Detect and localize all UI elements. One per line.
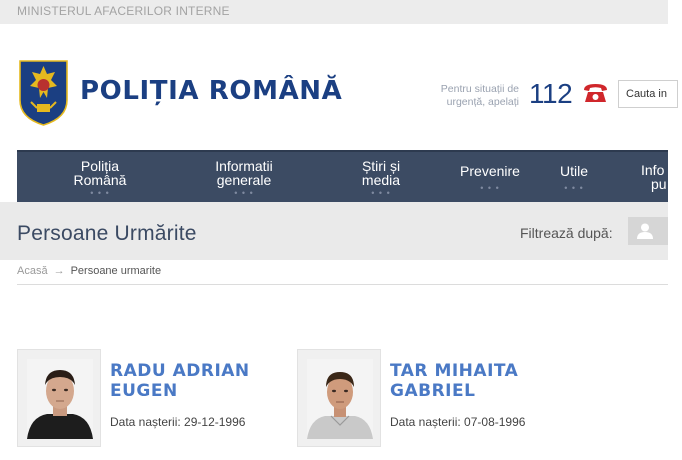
breadcrumb-current: Persoane urmarite bbox=[70, 265, 162, 277]
person-icon bbox=[637, 223, 653, 239]
person-name-line-1: TAR MIHAITA bbox=[390, 361, 519, 381]
filter-label: Filtrează după: bbox=[520, 225, 613, 241]
person-name[interactable]: RADU ADRIAN EUGEN bbox=[110, 361, 250, 401]
nav-dots: • • • bbox=[90, 187, 110, 198]
person-dob: Data nașterii: 29-12-1996 bbox=[110, 415, 245, 429]
breadcrumb-home[interactable]: Acasă bbox=[17, 265, 48, 277]
breadcrumb-divider bbox=[17, 284, 668, 285]
nav-label-line-2: pu bbox=[651, 176, 667, 192]
nav-item-informatii-generale[interactable]: Informatii generale • • • bbox=[204, 152, 284, 202]
telephone-icon bbox=[584, 84, 607, 102]
dob-label: Data nașterii: bbox=[390, 415, 461, 429]
person-name[interactable]: TAR MIHAITA GABRIEL bbox=[390, 361, 518, 401]
nav-label-line-1: Poliția bbox=[80, 157, 120, 174]
person-photo-image bbox=[27, 359, 93, 439]
dob-value: 29-12-1996 bbox=[184, 415, 246, 429]
nav-label-line-1: Știri și bbox=[361, 157, 401, 174]
ministry-strip: MINISTERUL AFACERILOR INTERNE bbox=[0, 0, 668, 24]
nav-item-prevenire[interactable]: Prevenire • • • bbox=[453, 152, 527, 202]
person-name-line-2: GABRIEL bbox=[390, 381, 476, 401]
nav-item-politia-romana[interactable]: Poliția Română • • • bbox=[61, 152, 139, 202]
nav-dots: • • • bbox=[480, 182, 500, 193]
person-photo[interactable] bbox=[17, 349, 101, 447]
main-nav: Poliția Română • • • Informatii generale… bbox=[17, 150, 668, 202]
nav-label-line-1: Utile bbox=[559, 162, 588, 179]
nav-label-line-1: Informatii bbox=[215, 157, 273, 174]
person-photo-image bbox=[307, 359, 373, 439]
emergency-line-2: urgență, apelați bbox=[446, 96, 519, 108]
page: MINISTERUL AFACERILOR INTERNE POLIȚIA RO… bbox=[0, 0, 682, 460]
search-input[interactable]: Cauta in bbox=[618, 80, 678, 108]
nav-dots: • • • bbox=[371, 187, 391, 198]
nav-label-line-1: Info bbox=[641, 162, 665, 178]
person-photo[interactable] bbox=[297, 349, 381, 447]
page-title: Persoane Urmărite bbox=[17, 222, 197, 245]
nav-label-line-2: media bbox=[361, 171, 401, 188]
person-dob: Data nașterii: 07-08-1996 bbox=[390, 415, 525, 429]
breadcrumb: Acasă → Persoane urmarite bbox=[17, 265, 161, 277]
dob-label: Data nașterii: bbox=[110, 415, 181, 429]
nav-dots: • • • bbox=[564, 182, 584, 193]
person-name-line-2: EUGEN bbox=[110, 381, 178, 401]
romanian-police-crest-icon[interactable] bbox=[17, 58, 70, 127]
search-placeholder: Cauta in bbox=[626, 88, 667, 100]
emergency-text: Pentru situații de urgență, apelați bbox=[425, 83, 519, 109]
dob-value: 07-08-1996 bbox=[464, 415, 526, 429]
emergency-number: 112 bbox=[529, 78, 573, 109]
breadcrumb-arrow-icon: → bbox=[53, 265, 65, 277]
filter-button[interactable] bbox=[628, 217, 668, 245]
person-name-line-1: RADU ADRIAN bbox=[110, 361, 250, 381]
emergency-line-1: Pentru situații de bbox=[440, 83, 519, 95]
nav-label-line-2: generale bbox=[216, 171, 272, 188]
brand-title[interactable]: POLIȚIA ROMÂNĂ bbox=[80, 76, 342, 106]
ministry-label[interactable]: MINISTERUL AFACERILOR INTERNE bbox=[17, 4, 230, 18]
nav-dots: • • • bbox=[234, 187, 254, 198]
nav-label-line-1: Prevenire bbox=[460, 162, 520, 179]
nav-label-line-2: Română bbox=[73, 171, 127, 188]
nav-item-info-public[interactable]: Info pu bbox=[641, 152, 681, 202]
nav-item-stiri-media[interactable]: Știri și media • • • bbox=[349, 152, 413, 202]
nav-item-utile[interactable]: Utile • • • bbox=[550, 152, 598, 202]
